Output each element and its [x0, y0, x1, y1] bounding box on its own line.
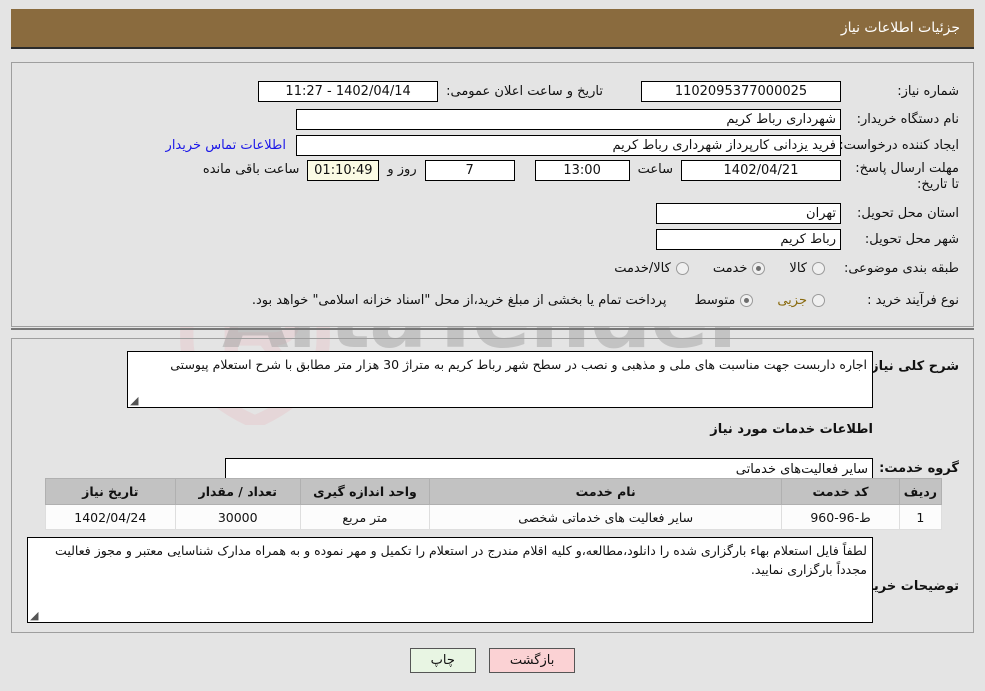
row-delivery-city: شهر محل تحویل: رباط کریم: [656, 228, 959, 250]
back-button[interactable]: بازگشت: [488, 648, 576, 673]
radio-icon-goods-service[interactable]: [675, 261, 689, 275]
countdown-timer: 01:10:49: [307, 160, 380, 181]
remaining-days-value: 7: [424, 160, 515, 181]
row-delivery-province: استان محل تحویل: تهران: [656, 202, 959, 224]
service-items-table: ردیف کد خدمت نام خدمت واحد اندازه گیری ت…: [45, 478, 943, 530]
row-purchase-process: نوع فرآیند خرید : جزیی متوسط پرداخت تمام…: [252, 289, 959, 311]
buyer-notes-value: لطفاً فایل استعلام بهاء بارگزاری شده را …: [55, 543, 867, 577]
deadline-label: مهلت ارسال پاسخ: تا تاریخ:: [855, 161, 959, 192]
need-description-label: شرح کلی نیاز:: [865, 359, 959, 374]
need-number-value: 1102095377000025: [641, 80, 841, 102]
deadline-time-value: 13:00: [534, 160, 630, 181]
remaining-hours-label: ساعت باقی مانده: [202, 162, 300, 177]
radio-icon-service[interactable]: [752, 261, 766, 275]
radio-label-medium: متوسط: [694, 292, 736, 308]
page-title: جزئیات اطلاعات نیاز: [840, 20, 960, 36]
row-need-number: شماره نیاز: 1102095377000025: [641, 80, 959, 102]
th-unit: واحد اندازه گیری: [299, 478, 431, 505]
service-group-label: گروه خدمت:: [879, 461, 959, 476]
need-description-textarea[interactable]: اجاره داربست جهت مناسبت های ملی و مذهبی …: [127, 351, 873, 408]
th-date: تاریخ نیاز: [45, 478, 176, 505]
row-subject-classification: طبقه بندی موضوعی: کالا خدمت کالا/خدمت: [614, 257, 959, 279]
resize-grip-icon[interactable]: ◣: [130, 394, 140, 407]
deadline-date-value: 1402/04/21: [681, 160, 841, 181]
cell-code: ط-96-960: [781, 504, 900, 530]
cell-qty: 30000: [174, 504, 301, 530]
process-label: نوع فرآیند خرید :: [867, 292, 959, 308]
payment-note: پرداخت تمام یا بخشی از مبلغ خرید،از محل …: [251, 292, 667, 308]
cell-row: 1: [898, 504, 943, 530]
resize-grip-icon-2[interactable]: ◣: [30, 609, 40, 622]
table-row[interactable]: 1 ط-96-960 سایر فعالیت های خدماتی شخصی م…: [45, 504, 943, 530]
radio-process-medium[interactable]: متوسط: [694, 292, 754, 308]
cell-unit: متر مربع: [299, 504, 431, 530]
buyer-contact-link[interactable]: اطلاعات تماس خریدار: [166, 138, 286, 153]
province-value: تهران: [656, 202, 841, 224]
buyer-notes-textarea[interactable]: لطفاً فایل استعلام بهاء بارگزاری شده را …: [27, 537, 873, 623]
row-announce-date: تاریخ و ساعت اعلان عمومی: 1402/04/14 - 1…: [258, 80, 603, 102]
radio-label-service: خدمت: [712, 260, 748, 276]
creator-value: فرید یزدانی کارپرداز شهرداری رباط کریم: [296, 134, 841, 156]
radio-category-service[interactable]: خدمت: [713, 261, 766, 276]
radio-label-goods: کالا: [789, 260, 807, 276]
table-header-row: ردیف کد خدمت نام خدمت واحد اندازه گیری ت…: [45, 478, 943, 505]
radio-label-goods-service: کالا/خدمت: [614, 260, 671, 276]
creator-label: ایجاد کننده درخواست:: [839, 137, 959, 153]
action-button-bar: بازگشت چاپ: [0, 648, 985, 673]
announce-value: 1402/04/14 - 11:27: [258, 80, 439, 102]
need-info-panel: شماره نیاز: 1102095377000025 تاریخ و ساع…: [11, 62, 974, 330]
hour-label: ساعت: [637, 162, 673, 177]
row-request-creator: ایجاد کننده درخواست: فرید یزدانی کارپردا…: [166, 134, 959, 156]
print-button[interactable]: چاپ: [409, 648, 476, 673]
cell-date: 1402/04/24: [45, 504, 176, 530]
radio-icon-medium[interactable]: [740, 293, 754, 307]
th-code: کد خدمت: [781, 478, 900, 505]
page-header: جزئیات اطلاعات نیاز: [11, 9, 974, 49]
announce-label: تاریخ و ساعت اعلان عمومی:: [446, 83, 603, 99]
service-group-value: سایر فعالیت‌های خدماتی: [735, 462, 868, 477]
th-name: نام خدمت: [429, 478, 783, 505]
category-label: طبقه بندی موضوعی:: [843, 260, 959, 276]
buyer-org-label: نام دستگاه خریدار:: [856, 111, 959, 127]
radio-icon-goods[interactable]: [812, 261, 825, 275]
cell-name: سایر فعالیت های خدماتی شخصی: [429, 504, 783, 530]
th-qty: تعداد / مقدار: [174, 478, 301, 505]
days-label: روز و: [387, 162, 417, 177]
radio-category-goods[interactable]: کالا: [789, 261, 825, 276]
radio-category-goods-service[interactable]: کالا/خدمت: [614, 261, 689, 276]
radio-icon-minor[interactable]: [812, 293, 825, 307]
need-description-value: اجاره داربست جهت مناسبت های ملی و مذهبی …: [170, 357, 867, 372]
row-buyer-org: نام دستگاه خریدار: شهرداری رباط کریم: [296, 108, 959, 130]
radio-label-minor: جزیی: [777, 292, 807, 308]
radio-process-minor[interactable]: جزیی: [777, 293, 825, 308]
city-label: شهر محل تحویل:: [864, 231, 959, 247]
row-response-deadline: مهلت ارسال پاسخ: تا تاریخ: 1402/04/21 سا…: [203, 160, 959, 198]
page-root: ArtaTender www.artatender.net جزئیات اطل…: [0, 0, 985, 691]
buyer-org-value: شهرداری رباط کریم: [296, 108, 841, 130]
th-row: ردیف: [898, 478, 943, 505]
need-number-label: شماره نیاز:: [897, 83, 959, 99]
services-section-title: اطلاعات خدمات مورد نیاز: [710, 422, 873, 437]
city-value: رباط کریم: [656, 228, 841, 250]
province-label: استان محل تحویل:: [857, 205, 959, 221]
